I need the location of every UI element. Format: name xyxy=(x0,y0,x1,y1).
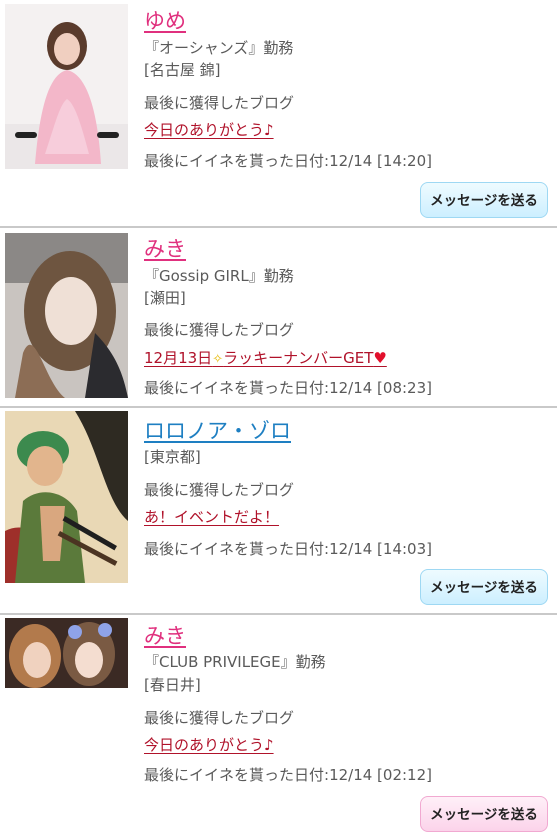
last-like-date: 最後にイイネを貰った日付:12/14 [14:03] xyxy=(144,539,432,559)
user-name-link[interactable]: ロロノア・ゾロ xyxy=(144,418,291,444)
heart-icon: ♥ xyxy=(373,349,387,367)
area-text: [春日井] xyxy=(144,676,201,694)
blog-title-link[interactable]: あ！イベントだよ！ xyxy=(144,507,279,527)
last-like-date: 最後にイイネを貰った日付:12/14 [08:23] xyxy=(144,378,432,398)
last-like-date: 最後にイイネを貰った日付:12/14 [14:20] xyxy=(144,151,432,171)
send-message-button[interactable]: メッセージを送る xyxy=(420,182,548,218)
profile-photo[interactable] xyxy=(5,4,128,169)
shop-text: 『オーシャンズ』勤務 xyxy=(144,39,294,57)
last-blog-label: 最後に獲得したブログ xyxy=(144,481,295,499)
blog-title-link[interactable]: 12月13日✧ラッキーナンバーGET♥ xyxy=(144,348,387,370)
last-like-label: 最後にイイネを貰った日付: xyxy=(144,379,330,397)
last-blog-label: 最後に獲得したブログ xyxy=(144,94,295,112)
user-card: ゆめ 『オーシャンズ』勤務 [名古屋 錦] 最後に獲得したブログ 今日のありがと… xyxy=(0,0,557,227)
user-card: ロロノア・ゾロ [東京都] 最後に獲得したブログ あ！イベントだよ！ 最後にイイ… xyxy=(0,408,557,613)
last-blog-label: 最後に獲得したブログ xyxy=(144,709,295,727)
user-card: みき 『Gossip GIRL』勤務 [瀬田] 最後に獲得したブログ 12月13… xyxy=(0,228,557,406)
last-like-date: 最後にイイネを貰った日付:12/14 [02:12] xyxy=(144,765,432,785)
area-text: [東京都] xyxy=(144,448,201,466)
last-like-label: 最後にイイネを貰った日付: xyxy=(144,152,330,170)
user-card: みき 『CLUB PRIVILEGE』勤務 [春日井] 最後に獲得したブログ 今… xyxy=(0,615,557,840)
profile-photo[interactable] xyxy=(5,233,128,398)
send-message-button[interactable]: メッセージを送る xyxy=(420,569,548,605)
last-like-value: 12/14 [08:23] xyxy=(329,379,432,397)
area-text: [瀬田] xyxy=(144,289,186,307)
shop-text: 『Gossip GIRL』勤務 xyxy=(144,267,294,285)
blog-title-part: ラッキーナンバーGET xyxy=(223,349,374,367)
send-message-button[interactable]: メッセージを送る xyxy=(420,796,548,832)
blog-title-link[interactable]: 今日のありがとう♪ xyxy=(144,735,274,755)
user-name-link[interactable]: ゆめ xyxy=(144,8,186,34)
sparkle-icon: ✧ xyxy=(212,352,224,367)
blog-title-link[interactable]: 今日のありがとう♪ xyxy=(144,120,274,140)
profile-photo[interactable] xyxy=(5,411,128,583)
last-like-value: 12/14 [14:20] xyxy=(329,152,432,170)
area-text: [名古屋 錦] xyxy=(144,61,221,79)
user-name-link[interactable]: みき xyxy=(144,236,186,262)
profile-photo[interactable] xyxy=(5,618,128,688)
last-like-label: 最後にイイネを貰った日付: xyxy=(144,540,330,558)
user-name-link[interactable]: みき xyxy=(144,623,186,649)
last-like-value: 12/14 [14:03] xyxy=(329,540,432,558)
last-like-label: 最後にイイネを貰った日付: xyxy=(144,766,330,784)
last-like-value: 12/14 [02:12] xyxy=(329,766,432,784)
last-blog-label: 最後に獲得したブログ xyxy=(144,321,295,339)
shop-text: 『CLUB PRIVILEGE』勤務 xyxy=(144,653,326,671)
blog-title-part: 12月13日 xyxy=(144,349,213,367)
